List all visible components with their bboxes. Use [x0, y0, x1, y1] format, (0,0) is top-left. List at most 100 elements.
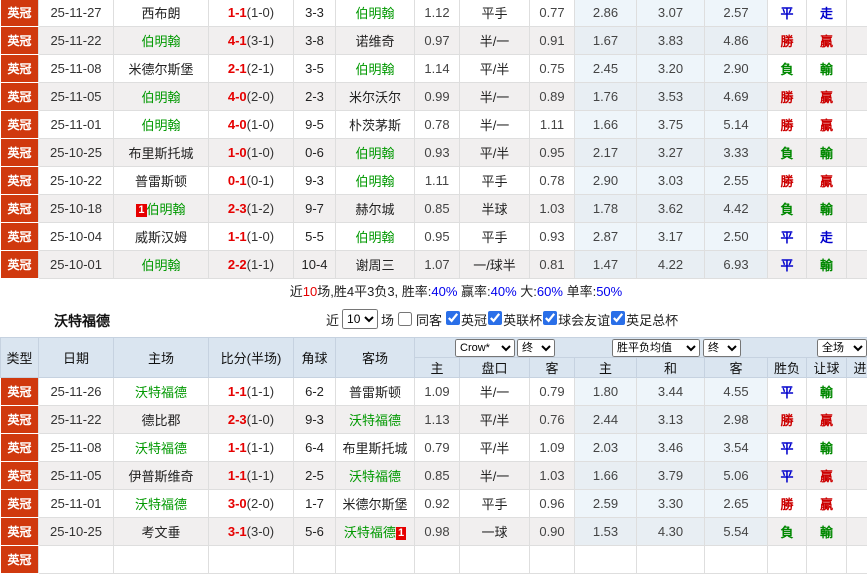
winloss-result-cell: 負: [768, 139, 807, 167]
away-team-cell: 朴茨茅斯: [336, 111, 415, 139]
handicap-cell: 平手: [460, 167, 530, 195]
euro-home-odds-cell: 1.47: [575, 251, 637, 279]
euro-odds-source-select[interactable]: 胜平负均值: [612, 339, 700, 357]
fulltime-score: 1-1: [228, 5, 247, 20]
euro-home-odds-cell: 2.59: [575, 490, 637, 518]
handicap-result-cell: 輸: [807, 251, 847, 279]
corner-cell: 3-3: [294, 0, 336, 27]
bookmaker-select[interactable]: Crow*: [455, 339, 515, 357]
handicap-result-cell: 走: [807, 223, 847, 251]
halftime-score: (1-0): [247, 117, 274, 132]
handicap-cell: 平手: [460, 0, 530, 27]
same-away-checkbox[interactable]: [398, 312, 412, 326]
fulltime-score: 1-1: [228, 384, 247, 399]
home-team-cell: 沃特福德: [114, 434, 209, 462]
match-row: 英冠25-10-181伯明翰2-3(1-2)9-7赫尔城0.85半球1.031.…: [1, 195, 867, 223]
asian-away-odds-cell: 0.76: [530, 406, 575, 434]
handicap-result-cell: 輸: [807, 55, 847, 83]
team-name: 伯明翰: [355, 174, 394, 189]
corner-cell: 6-4: [294, 434, 336, 462]
team-name: 伯明翰: [355, 146, 394, 161]
home-team-cell: 伯明翰: [114, 251, 209, 279]
euro-draw-odds-cell: 3.17: [637, 223, 705, 251]
away-team-cell: 诺维奇: [336, 27, 415, 55]
asian-home-odds-cell: 0.98: [415, 518, 460, 546]
league-checkbox-球会友谊[interactable]: [543, 311, 557, 325]
away-team-cell: 沃特福德1: [336, 518, 415, 546]
euro-draw-odds-cell: 3.27: [637, 139, 705, 167]
home-team-cell: 伯明翰: [114, 27, 209, 55]
asian-home-odds-cell: 0.85: [415, 462, 460, 490]
summary-segment: 60%: [537, 284, 563, 299]
asian-home-odds-cell: 0.95: [415, 223, 460, 251]
euro-draw-odds-cell: 3.13: [637, 406, 705, 434]
match-stats-page: { "colors": { "badge": "#d0390e", "team_…: [0, 0, 867, 548]
col-header-goals: 进球: [847, 358, 867, 378]
league-cell: 英冠: [1, 462, 39, 490]
col-header-home: 主场: [114, 338, 209, 378]
euro-draw-odds-cell: 3.07: [637, 0, 705, 27]
date-cell: 25-10-04: [39, 223, 114, 251]
near-label: 近: [326, 310, 339, 329]
score-cell: 1-1(1-0): [209, 0, 294, 27]
match-row: 英冠25-11-27西布朗1-1(1-0)3-3伯明翰1.12平手0.772.8…: [1, 0, 867, 27]
goals-result-cell: [847, 490, 867, 518]
goals-result-cell: [847, 406, 867, 434]
goals-result-cell: [847, 83, 867, 111]
summary-segment: 近: [290, 284, 303, 299]
match-count-select[interactable]: 10: [342, 309, 378, 329]
halftime-score: (1-1): [247, 257, 274, 272]
euro-home-odds-cell: 2.17: [575, 139, 637, 167]
winloss-result-cell: 平: [768, 223, 807, 251]
euro-away-odds-cell: 2.55: [705, 167, 768, 195]
asian-home-odds-cell: 1.09: [415, 378, 460, 406]
asian-away-odds-cell: 0.79: [530, 378, 575, 406]
fulltime-score: 2-2: [228, 257, 247, 272]
euro-away-odds-cell: 4.55: [705, 378, 768, 406]
team-name: 沃特福德: [349, 469, 401, 484]
halftime-score: (0-1): [247, 173, 274, 188]
handicap-result-cell: 輸: [807, 434, 847, 462]
league-checkbox-英联杯[interactable]: [488, 311, 502, 325]
handicap-result-cell: 贏: [807, 167, 847, 195]
team-name: 普雷斯顿: [349, 385, 401, 400]
euro-away-odds-cell: 2.98: [705, 406, 768, 434]
date-cell: 25-11-08: [39, 55, 114, 83]
league-checkbox-英足总杯[interactable]: [611, 311, 625, 325]
team-name: 沃特福德: [344, 525, 396, 540]
final-odds-select-asian[interactable]: 终: [517, 339, 555, 357]
score-cell: 1-1(1-1): [209, 378, 294, 406]
final-odds-select-euro[interactable]: 终: [703, 339, 741, 357]
winloss-result-cell: 勝: [768, 167, 807, 195]
home-team-cell: 布里斯托城: [114, 139, 209, 167]
team-name: 沃特福德: [135, 441, 187, 456]
corner-cell: 9-5: [294, 111, 336, 139]
euro-away-odds-cell: 4.69: [705, 83, 768, 111]
euro-away-odds-cell: 2.90: [705, 55, 768, 83]
euro-away-odds-cell: 5.14: [705, 111, 768, 139]
handicap-cell: 平手: [460, 223, 530, 251]
match-row: 英冠25-10-22普雷斯顿0-1(0-1)9-3伯明翰1.11平手0.782.…: [1, 167, 867, 195]
match-row: 英冠25-11-08沃特福德1-1(1-1)6-4布里斯托城0.79平/半1.0…: [1, 434, 867, 462]
euro-home-odds-cell: 1.67: [575, 27, 637, 55]
date-cell: 25-11-22: [39, 406, 114, 434]
score-cell: 2-3(1-0): [209, 406, 294, 434]
euro-draw-odds-cell: 3.46: [637, 434, 705, 462]
date-cell: 25-11-05: [39, 83, 114, 111]
scope-select[interactable]: 全场: [817, 339, 867, 357]
euro-away-odds-cell: 2.57: [705, 0, 768, 27]
col-header-type: 类型: [1, 338, 39, 378]
team-name: 布里斯托城: [342, 441, 407, 456]
fulltime-score: 2-1: [228, 61, 247, 76]
score-cell: 3-0(2-0): [209, 490, 294, 518]
summary-segment: 40%: [491, 284, 517, 299]
asian-home-odds-cell: 0.99: [415, 83, 460, 111]
league-checkbox-label: 英冠: [461, 313, 487, 328]
corner-cell: 9-3: [294, 167, 336, 195]
league-checkbox-英冠[interactable]: [446, 311, 460, 325]
euro-home-odds-cell: 1.78: [575, 195, 637, 223]
handicap-result-cell: 走: [807, 0, 847, 27]
euro-home-odds-cell: 2.03: [575, 434, 637, 462]
home-team-cell: 伊普斯维奇: [114, 462, 209, 490]
col-header-euro-draw: 和: [637, 358, 705, 378]
